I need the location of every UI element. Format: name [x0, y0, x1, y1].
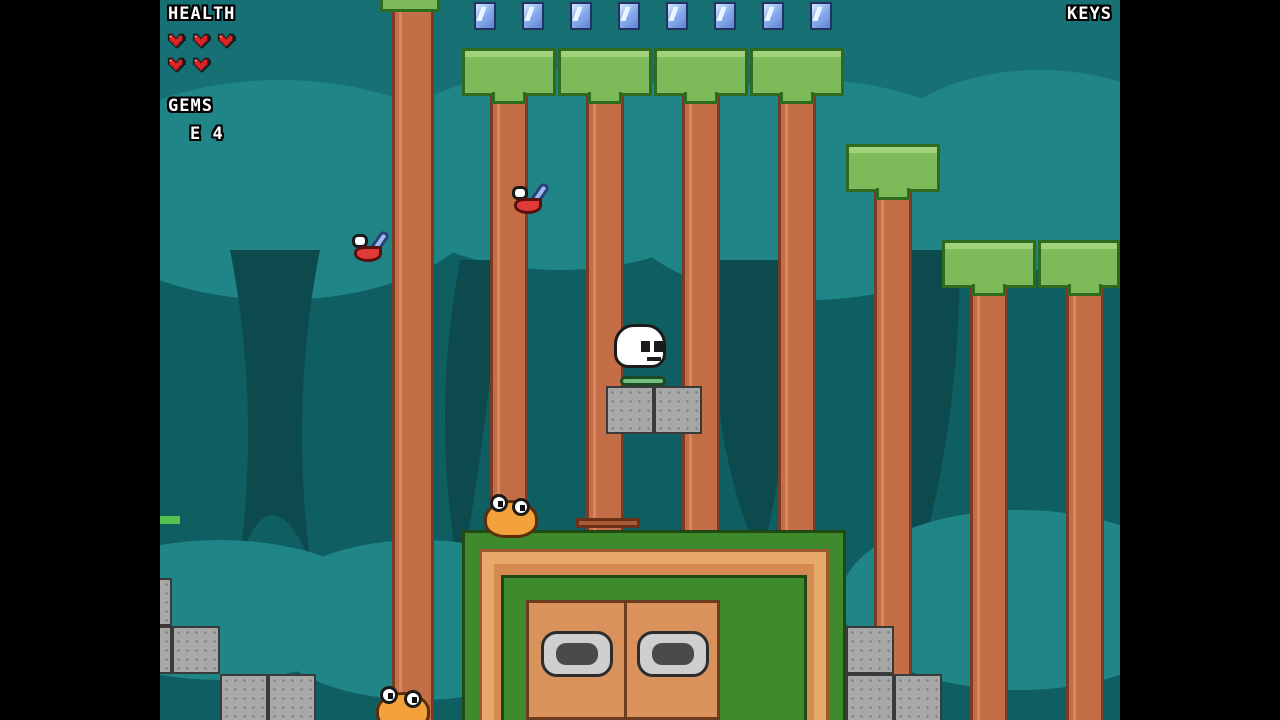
canopy-drip: [780, 92, 814, 104]
player-feet: [620, 376, 666, 386]
tree-trunk: [682, 90, 720, 530]
red-fly-enemy[interactable]: [506, 181, 556, 232]
skull-eye: [641, 341, 650, 352]
skull-teeth: [647, 357, 661, 361]
stone-block[interactable]: [160, 626, 172, 674]
blob-eye: [380, 686, 398, 704]
skull-eye: [654, 341, 663, 352]
red-fly-enemy[interactable]: [346, 228, 396, 278]
fly-body: [354, 246, 382, 262]
keys-label: KEYS: [1067, 4, 1112, 24]
stone-block[interactable]: [160, 578, 172, 626]
gem-pickup[interactable]: [570, 2, 592, 30]
gem-pickup[interactable]: [618, 2, 640, 30]
heart-icon: [167, 57, 186, 73]
canopy-drip: [1068, 284, 1102, 296]
tree-trunk: [970, 285, 1008, 720]
heart-icon: [192, 57, 211, 73]
stone-block-platform[interactable]: [654, 386, 702, 434]
door-split: [624, 603, 627, 717]
door-window: [637, 631, 709, 677]
gems-label: GEMS: [168, 96, 213, 116]
heart-icon: [217, 33, 236, 49]
tree-trunk: [778, 90, 816, 530]
stone-block[interactable]: [220, 674, 268, 720]
canopy-drip: [972, 284, 1006, 296]
exit-door[interactable]: [526, 600, 720, 720]
skull-head: [614, 324, 666, 368]
tree-canopy-platform[interactable]: [942, 240, 1036, 288]
health-label: HEALTH: [168, 4, 236, 24]
stone-block[interactable]: [894, 674, 942, 720]
orange-blob-enemy[interactable]: [374, 686, 434, 720]
tree-trunk: [392, 0, 434, 720]
heart-icon: [192, 33, 211, 49]
tree-trunk: [490, 90, 528, 530]
gem-pickup[interactable]: [762, 2, 784, 30]
tree-canopy-platform[interactable]: [462, 48, 556, 96]
gems-count: E 4: [190, 124, 224, 144]
gem-pickup[interactable]: [666, 2, 688, 30]
tree-root: [576, 518, 640, 528]
canopy-drip: [684, 92, 718, 104]
game-viewport[interactable]: HEALTH GEMS E 4 KEYS: [160, 0, 1120, 720]
blob-eye: [512, 498, 530, 516]
stone-block[interactable]: [846, 626, 894, 674]
orange-blob-enemy[interactable]: [482, 494, 542, 538]
tree-canopy-platform[interactable]: [750, 48, 844, 96]
stone-block-platform[interactable]: [606, 386, 654, 434]
blob-eye: [490, 494, 508, 512]
ground-block[interactable]: [462, 530, 846, 720]
gem-pickup[interactable]: [714, 2, 736, 30]
gem-pickup[interactable]: [474, 2, 496, 30]
canopy-drip: [588, 92, 622, 104]
ground-block-core: [501, 575, 807, 720]
canopy-drip: [876, 188, 910, 200]
gem-pickup[interactable]: [522, 2, 544, 30]
player-skull-character[interactable]: [612, 324, 672, 390]
door-window: [541, 631, 613, 677]
tree-trunk: [1066, 285, 1104, 720]
health-hearts: [166, 32, 246, 80]
tree-canopy-platform[interactable]: [846, 144, 940, 192]
tree-canopy-platform[interactable]: [380, 0, 440, 12]
tree-canopy-platform[interactable]: [1038, 240, 1120, 288]
heart-icon: [167, 33, 186, 49]
gem-pickup[interactable]: [810, 2, 832, 30]
blob-eye: [404, 690, 422, 708]
canopy-drip: [492, 92, 526, 104]
tree-canopy-platform[interactable]: [558, 48, 652, 96]
stone-block[interactable]: [172, 626, 220, 674]
tree-trunk: [586, 90, 624, 530]
fly-body: [514, 198, 542, 214]
stone-block[interactable]: [846, 674, 894, 720]
tree-canopy-platform[interactable]: [654, 48, 748, 96]
stone-block[interactable]: [268, 674, 316, 720]
